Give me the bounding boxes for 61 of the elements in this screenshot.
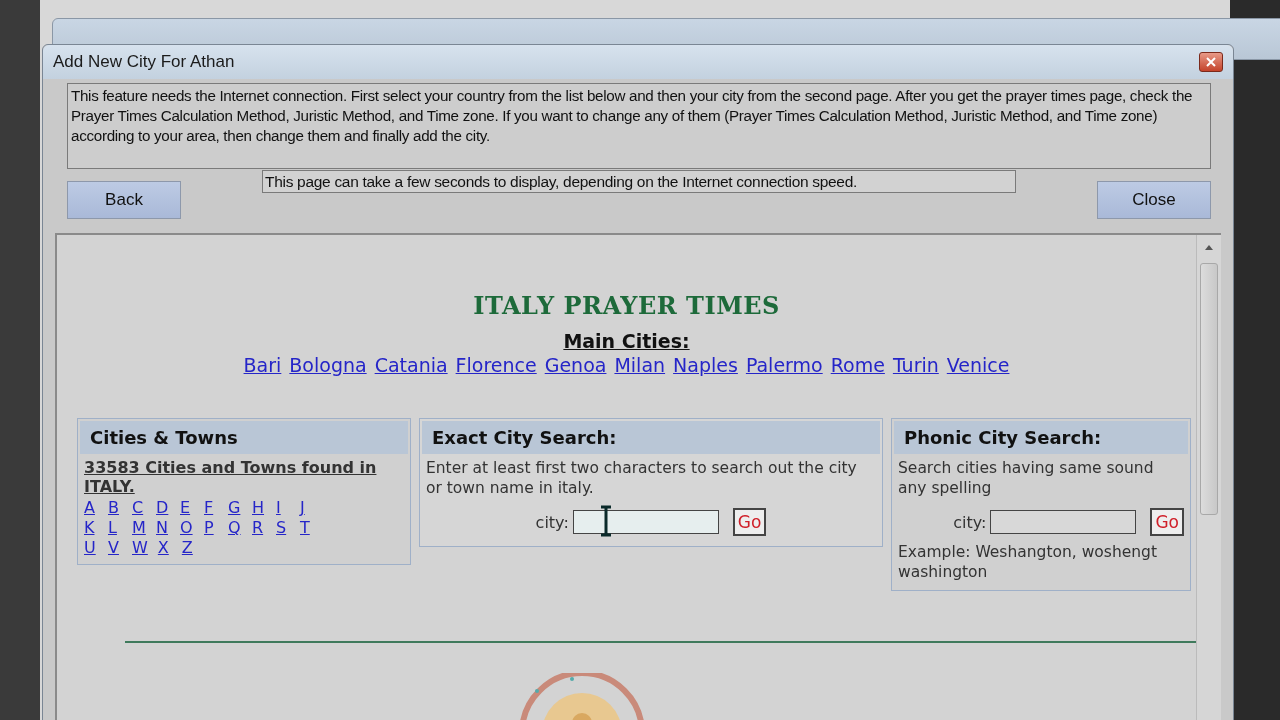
letter-link[interactable]: U (84, 538, 98, 558)
panel-text: Search cities having same sound any spelling (897, 458, 1155, 499)
scrollbar[interactable] (1196, 235, 1221, 720)
letter-link[interactable]: J (300, 498, 314, 518)
city-input[interactable] (572, 510, 719, 534)
city-link[interactable]: Naples (673, 354, 738, 376)
city-label: city: (535, 512, 569, 532)
city-link[interactable]: Palermo (745, 354, 823, 376)
letter-link[interactable]: B (108, 498, 122, 518)
letter-link[interactable]: R (252, 518, 266, 538)
letter-link[interactable]: V (108, 538, 122, 558)
cities-count-link[interactable]: 33583 Cities and Towns found in ITALY. (78, 456, 410, 498)
scroll-thumb[interactable] (1200, 263, 1218, 515)
letter-link[interactable]: N (156, 518, 170, 538)
letter-link[interactable]: E (180, 498, 194, 518)
close-icon[interactable] (1199, 52, 1223, 72)
letter-link[interactable]: Q (228, 518, 242, 538)
letter-link[interactable]: M (132, 518, 146, 538)
text-cursor-icon (598, 505, 613, 537)
city-link[interactable]: Turin (892, 354, 939, 376)
city-link[interactable]: Milan (614, 354, 666, 376)
letter-link[interactable]: L (108, 518, 122, 538)
letter-link[interactable]: D (156, 498, 170, 518)
go-button[interactable]: Go (732, 508, 767, 536)
city-link[interactable]: Venice (946, 354, 1010, 376)
letter-link[interactable]: S (276, 518, 290, 538)
example-text: Example: Weshangton, woshengt washington (897, 542, 1158, 583)
city-input[interactable] (990, 510, 1137, 534)
city-link[interactable]: Rome (830, 354, 885, 376)
panel-text: Enter at least first two characters to search out the city or town name in italy. (425, 458, 858, 499)
city-link[interactable]: Genoa (544, 354, 607, 376)
scroll-up-icon[interactable] (1204, 243, 1214, 251)
letter-link[interactable]: P (204, 518, 218, 538)
go-button[interactable]: Go (1150, 508, 1184, 536)
letter-link[interactable]: T (300, 518, 314, 538)
note-text: This page can take a few seconds to display, depending on the Internet connection speed. (262, 170, 1016, 193)
city-link[interactable]: Bari (243, 354, 282, 376)
panel-title: Phonic City Search: (894, 421, 1188, 454)
panel-title: Cities & Towns (80, 421, 408, 454)
letter-link[interactable]: H (252, 498, 266, 518)
letter-link[interactable]: O (180, 518, 194, 538)
window-title: Add New City For Athan (53, 52, 235, 72)
letter-link[interactable]: K (84, 518, 98, 538)
description-text: This feature needs the Internet connection. First select your country from the list below and then your city from the second page. After you get the prayer times page, check the Prayer Times Calculation Method, Juristic Method, and Time zone. If you want to change any of them (Prayer Times Calculation Method, Juristic Method, and Time zone) according to your area, then change them and finally add the city. (67, 83, 1211, 169)
letter-link[interactable]: C (132, 498, 146, 518)
city-link[interactable]: Catania (374, 354, 448, 376)
letter-link[interactable]: Z (181, 538, 196, 558)
letter-link[interactable]: X (157, 538, 172, 558)
main-cities-label: Main Cities: (563, 330, 690, 352)
letter-link[interactable]: F (204, 498, 218, 518)
back-button[interactable]: Back (67, 181, 181, 219)
letter-link[interactable]: I (276, 498, 290, 518)
page-heading: ITALY PRAYER TIMES (473, 291, 780, 320)
close-button[interactable]: Close (1097, 181, 1211, 219)
letter-link[interactable]: G (228, 498, 242, 518)
panel-title: Exact City Search: (422, 421, 880, 454)
letter-link[interactable]: A (84, 498, 98, 518)
letter-link[interactable]: W (132, 538, 148, 558)
city-link[interactable]: Bologna (289, 354, 367, 376)
city-label: city: (953, 512, 987, 532)
city-link[interactable]: Florence (455, 354, 537, 376)
